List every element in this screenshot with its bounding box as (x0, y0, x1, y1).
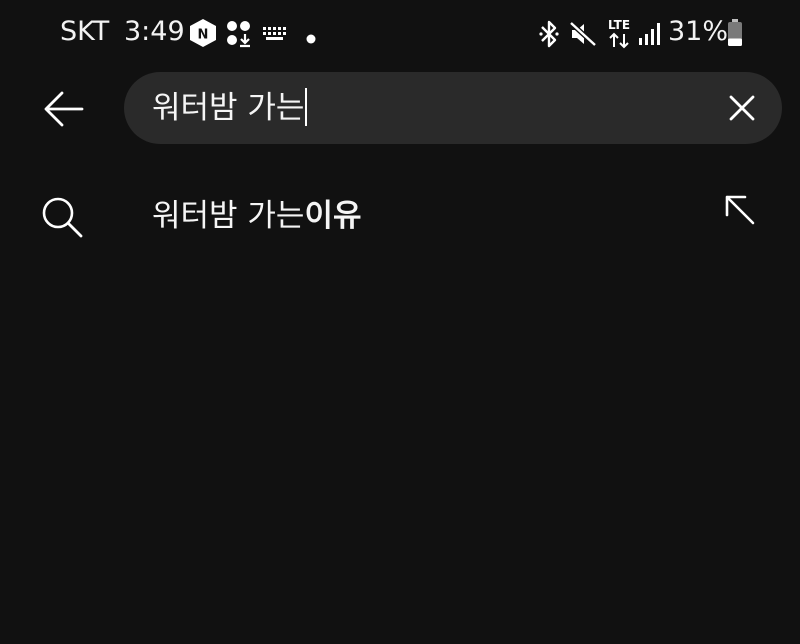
keyboard-icon (262, 26, 288, 46)
clock: 3:49 (124, 16, 185, 47)
status-bar: SKT 3:49 N LTE 31% (0, 0, 800, 68)
battery-icon (726, 18, 744, 52)
arrow-up-left-icon (725, 195, 755, 225)
suggestion-completion-text: 이유 (304, 198, 362, 234)
clear-button[interactable] (724, 90, 760, 126)
search-query: 워터밤 가는 (152, 90, 305, 126)
dot-icon (306, 29, 316, 48)
mute-icon (568, 20, 598, 52)
search-bar[interactable]: 워터밤 가는 (124, 72, 782, 144)
suggestion-label: 워터밤 가는이유 (152, 194, 362, 238)
lte-icon: LTE (604, 16, 634, 54)
close-icon (729, 95, 755, 121)
battery-percent: 31% (668, 16, 729, 47)
carrier-label: SKT (60, 16, 110, 47)
suggestion-match-text: 워터밤 가는 (152, 198, 305, 234)
naver-icon: N (188, 18, 218, 52)
search-icon (40, 195, 84, 239)
svg-text:N: N (198, 28, 209, 43)
text-cursor (305, 87, 308, 126)
suggestion-item[interactable]: 워터밤 가는이유 (0, 178, 800, 254)
bluetooth-icon (538, 19, 560, 53)
lte-label: LTE (608, 18, 630, 32)
arrow-left-icon (44, 91, 84, 127)
back-button[interactable] (36, 82, 90, 136)
search-input[interactable]: 워터밤 가는 (152, 86, 308, 130)
app-dots-icon (226, 20, 252, 52)
fill-query-button[interactable] (720, 190, 760, 230)
signal-icon (638, 22, 662, 50)
